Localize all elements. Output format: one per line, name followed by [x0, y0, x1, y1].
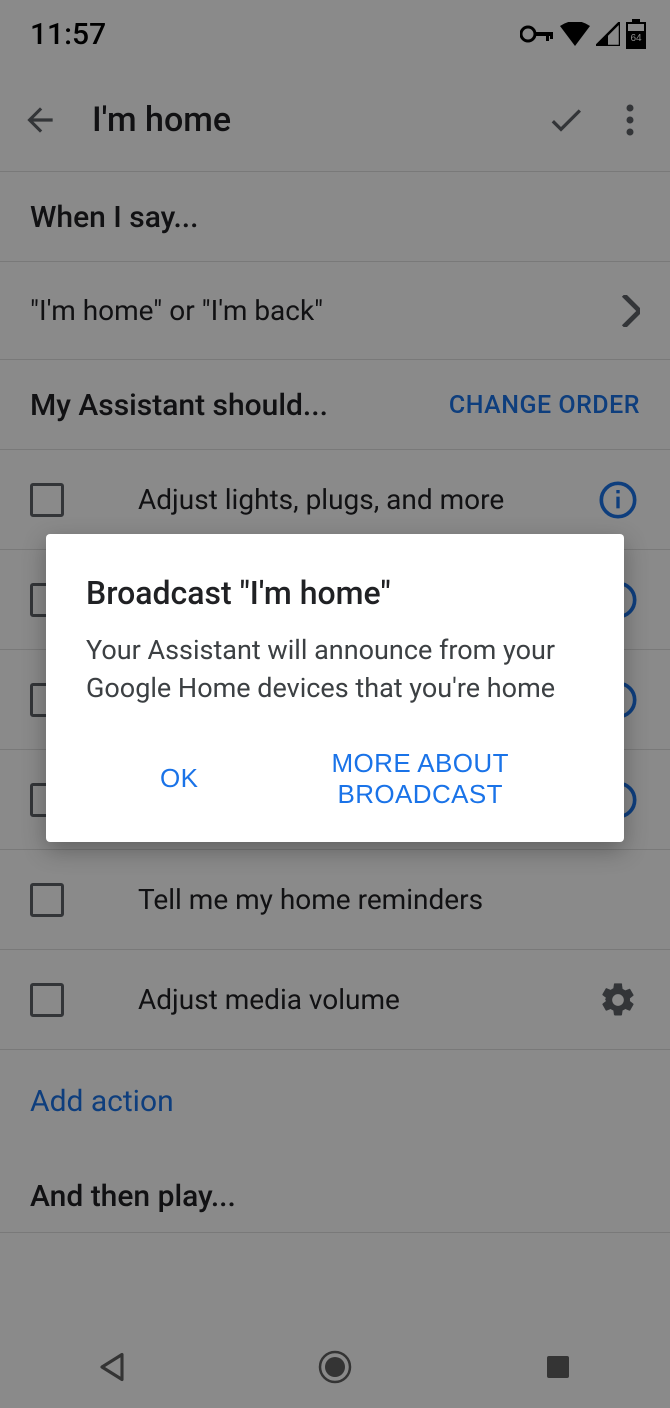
dialog-ok-button[interactable]: OK — [160, 742, 198, 816]
dialog-more-button[interactable]: MORE ABOUT BROADCAST — [256, 742, 584, 816]
dialog-body: Your Assistant will announce from your G… — [86, 632, 584, 708]
dialog-actions: OK MORE ABOUT BROADCAST — [86, 742, 584, 816]
broadcast-dialog: Broadcast "I'm home" Your Assistant will… — [46, 534, 624, 842]
dialog-title: Broadcast "I'm home" — [86, 574, 584, 612]
